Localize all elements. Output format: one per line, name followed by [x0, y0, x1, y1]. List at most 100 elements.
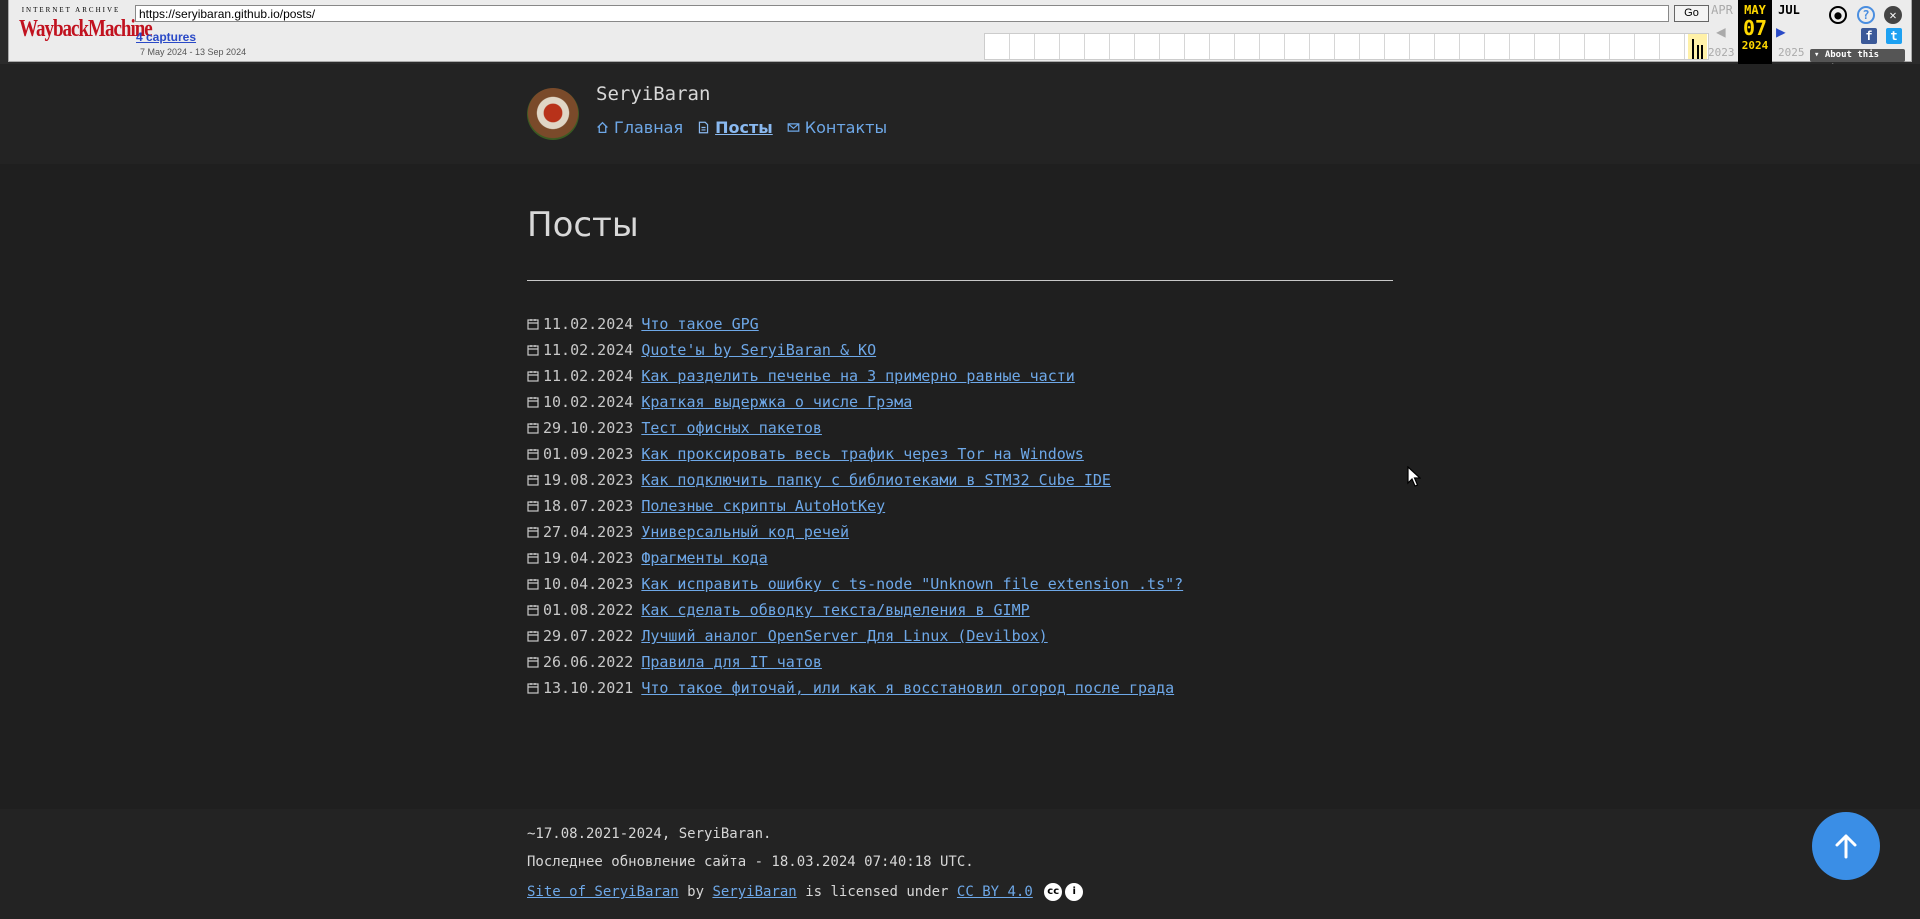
calendar-icon	[527, 657, 539, 668]
post-list-item: 10.04.2023 Как исправить ошибку с ts-node…	[527, 571, 1183, 597]
wayback-logo-top: INTERNET ARCHIVE	[21, 6, 121, 14]
post-list-item: 13.10.2021 Что такое фиточай, или как я в…	[527, 675, 1183, 701]
post-link[interactable]: Как подключить папку с библиотеками в ST…	[641, 471, 1111, 489]
help-icon[interactable]: ?	[1857, 6, 1875, 24]
post-date: 27.04.2023	[543, 523, 634, 541]
footer-license-text: is licensed under	[805, 884, 949, 900]
post-link[interactable]: Как сделать обводку текста/выделения в G…	[641, 601, 1029, 619]
post-date: 18.07.2023	[543, 497, 634, 515]
wayback-current-year: 2024	[1741, 39, 1769, 52]
post-date: 11.02.2024	[543, 315, 634, 333]
wayback-next-month[interactable]: JUL	[1772, 3, 1806, 17]
calendar-icon	[527, 397, 539, 408]
wayback-go-button[interactable]: Go	[1674, 5, 1709, 22]
wayback-captures-link[interactable]: 4 captures	[136, 30, 196, 44]
footer-license: Site of SeryiBaran by SeryiBaran is lice…	[527, 883, 1084, 901]
calendar-icon	[527, 527, 539, 538]
facebook-icon[interactable]: f	[1861, 28, 1877, 44]
post-date: 29.07.2022	[543, 627, 634, 645]
post-date: 11.02.2024	[543, 367, 634, 385]
wayback-next-arrow-icon[interactable]: ▶	[1776, 22, 1786, 41]
calendar-icon	[527, 475, 539, 486]
wayback-prev-year[interactable]: 2023	[1708, 46, 1735, 59]
post-list-item: 11.02.2024 Quote'ы by SeryiBaran & KO	[527, 337, 1183, 363]
post-link[interactable]: Полезные скрипты AutoHotKey	[641, 497, 885, 515]
wayback-current-month: MAY	[1744, 3, 1766, 17]
wayback-url-input[interactable]: https://seryibaran.github.io/posts/	[135, 5, 1669, 22]
post-list-item: 18.07.2023 Полезные скрипты AutoHotKey	[527, 493, 1183, 519]
post-link[interactable]: Как разделить печенье на 3 примерно равн…	[641, 367, 1074, 385]
wayback-prev-arrow-icon[interactable]: ◀	[1716, 22, 1726, 41]
cc-icon: cc	[1044, 883, 1063, 901]
post-date: 19.04.2023	[543, 549, 634, 567]
post-list-item: 11.02.2024 Что такое GPG	[527, 311, 1183, 337]
post-date: 10.04.2023	[543, 575, 634, 593]
home-icon	[597, 121, 608, 134]
footer-author-link[interactable]: SeryiBaran	[712, 884, 796, 900]
post-link[interactable]: Как проксировать весь трафик через Tor н…	[641, 445, 1084, 463]
post-list-item: 29.07.2022 Лучший аналог OpenServer Для L…	[527, 623, 1183, 649]
twitter-icon[interactable]: t	[1886, 28, 1902, 44]
wayback-logo-main: WaybackMachine	[19, 15, 153, 43]
scroll-to-top-button[interactable]	[1812, 812, 1880, 880]
site-title[interactable]: SeryiBaran	[596, 83, 710, 105]
calendar-icon	[527, 579, 539, 590]
nav-link-label: Главная	[614, 118, 684, 137]
post-link[interactable]: Тест офисных пакетов	[641, 419, 822, 437]
wayback-current-day: 07	[1742, 16, 1768, 40]
post-link[interactable]: Что такое GPG	[641, 315, 758, 333]
post-date: 29.10.2023	[543, 419, 634, 437]
post-list-item: 19.04.2023 Фрагменты кода	[527, 545, 1183, 571]
calendar-icon	[527, 631, 539, 642]
calendar-icon	[527, 683, 539, 694]
post-list-item: 11.02.2024 Как разделить печенье на 3 при…	[527, 363, 1183, 389]
post-list-item: 29.10.2023 Тест офисных пакетов	[527, 415, 1183, 441]
arrow-up-icon	[1835, 834, 1857, 859]
wayback-toolbar: INTERNET ARCHIVE WaybackMachine https://…	[0, 0, 1920, 73]
post-list-item: 10.02.2024 Краткая выдержка о числе Грэма	[527, 389, 1183, 415]
wayback-sparkline[interactable]	[984, 33, 1709, 60]
post-link[interactable]: Правила для IT чатов	[641, 653, 822, 671]
calendar-icon	[527, 605, 539, 616]
main-nav: Главная Посты Контакты	[596, 118, 887, 137]
footer-license-link[interactable]: CC BY 4.0	[957, 884, 1033, 900]
post-date: 19.08.2023	[543, 471, 634, 489]
post-list-item: 19.08.2023 Как подключить папку с библиот…	[527, 467, 1183, 493]
post-link[interactable]: Quote'ы by SeryiBaran & KO	[641, 341, 876, 359]
calendar-icon	[527, 371, 539, 382]
post-link[interactable]: Универсальный код речей	[641, 523, 849, 541]
wayback-next-year[interactable]: 2025	[1778, 46, 1805, 59]
nav-link-home[interactable]: Главная	[596, 118, 683, 137]
footer-by-text: by	[687, 884, 705, 900]
post-link[interactable]: Как исправить ошибку с ts-node "Unknown …	[641, 575, 1183, 593]
post-date: 01.08.2022	[543, 601, 634, 619]
post-link[interactable]: Что такое фиточай, или как я восстановил…	[641, 679, 1174, 697]
mail-icon	[787, 123, 800, 132]
footer-site-link[interactable]: Site of SeryiBaran	[527, 884, 679, 900]
user-account-icon[interactable]: ●	[1829, 6, 1847, 24]
nav-link-contacts[interactable]: Контакты	[787, 118, 887, 137]
wayback-sparkline-bar	[1701, 45, 1703, 59]
post-link[interactable]: Краткая выдержка о числе Грэма	[641, 393, 912, 411]
wayback-about-capture-button[interactable]: ▾ About this capture	[1810, 49, 1905, 73]
avatar[interactable]	[527, 88, 579, 140]
wayback-logo[interactable]: INTERNET ARCHIVE WaybackMachine	[19, 6, 153, 52]
post-list-item: 01.09.2023 Как проксировать весь трафик ч…	[527, 441, 1183, 467]
close-icon[interactable]: ✕	[1884, 6, 1902, 24]
calendar-icon	[527, 449, 539, 460]
post-date: 01.09.2023	[543, 445, 634, 463]
post-date: 26.06.2022	[543, 653, 634, 671]
post-link[interactable]: Фрагменты кода	[641, 549, 767, 567]
footer-last-update: Последнее обновление сайта - 18.03.2024 …	[527, 854, 974, 870]
nav-link-posts[interactable]: Посты	[697, 118, 773, 137]
post-list-item: 27.04.2023 Универсальный код речей	[527, 519, 1183, 545]
calendar-icon	[527, 553, 539, 564]
footer-copyright: ~17.08.2021-2024, SeryiBaran.	[527, 826, 772, 842]
wayback-toolbar-panel: INTERNET ARCHIVE WaybackMachine https://…	[8, 0, 1912, 62]
post-list-item: 26.06.2022 Правила для IT чатов	[527, 649, 1183, 675]
wayback-prev-month[interactable]: APR	[1705, 3, 1739, 17]
wayback-date-range: 7 May 2024 - 13 Sep 2024	[140, 47, 247, 57]
mouse-cursor-icon	[1407, 466, 1421, 487]
posts-list: 11.02.2024 Что такое GPG 11.02.2024 Quote'ы…	[527, 311, 1183, 701]
post-link[interactable]: Лучший аналог OpenServer Для Linux (Devi…	[641, 627, 1047, 645]
